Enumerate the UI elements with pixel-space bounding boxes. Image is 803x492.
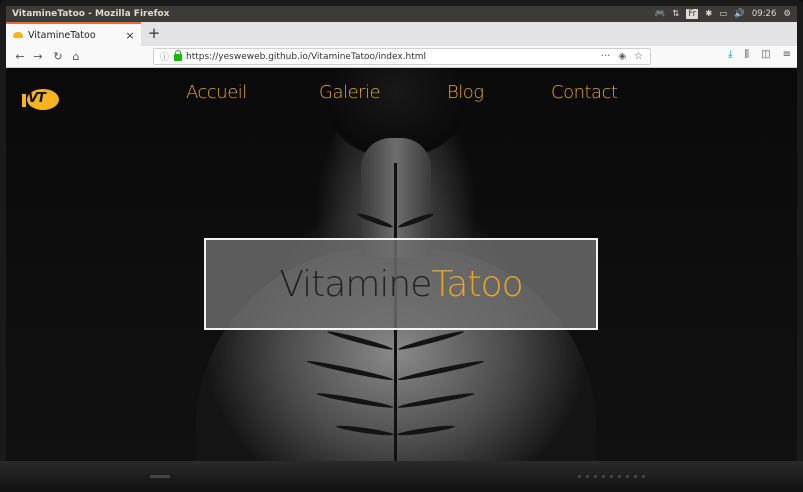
- nav-blog[interactable]: Blog: [447, 82, 484, 103]
- url-text[interactable]: https://yesweweb.github.io/VitamineTatoo…: [186, 52, 601, 62]
- web-page: VT Accueil Galerie Blog Contact Vitamine…: [6, 68, 797, 461]
- new-tab-button[interactable]: +: [144, 22, 164, 46]
- sidebar-icon[interactable]: ◫: [761, 49, 770, 60]
- nav-galerie[interactable]: Galerie: [319, 82, 381, 103]
- hero-title-box: Vitamine Tatoo: [204, 238, 598, 330]
- favicon-icon: [13, 32, 23, 38]
- bookmark-star-icon[interactable]: ☆: [634, 51, 643, 62]
- tab-label: VitamineTatoo: [28, 29, 96, 41]
- bluetooth-icon[interactable]: ✱: [705, 9, 712, 19]
- navigation-toolbar: ← → ↻ ⌂ ⓘ https://yesweweb.github.io/Vit…: [6, 46, 797, 68]
- monitor-stand: [0, 461, 803, 492]
- system-tray: 🎮 ⇅ Fr ✱ ▭ 🔊 09:26 ⚙: [655, 9, 797, 19]
- window-title: VitamineTatoo - Mozilla Firefox: [12, 9, 170, 19]
- page-actions-icon[interactable]: ···: [601, 51, 611, 62]
- hero-title-tatoo: Tatoo: [431, 263, 523, 305]
- close-tab-icon[interactable]: ×: [123, 29, 137, 42]
- keyboard-layout-indicator[interactable]: Fr: [686, 9, 699, 19]
- lock-icon[interactable]: [174, 50, 183, 61]
- settings-gear-icon[interactable]: ⚙: [783, 9, 791, 19]
- menu-icon[interactable]: ≡: [783, 49, 791, 60]
- home-icon[interactable]: ⌂: [68, 49, 84, 65]
- tab-vitaminetatoo[interactable]: VitamineTatoo ×: [6, 22, 141, 46]
- main-nav: Accueil Galerie Blog Contact: [6, 82, 797, 110]
- back-icon[interactable]: ←: [12, 49, 28, 65]
- nav-accueil[interactable]: Accueil: [186, 82, 247, 103]
- hero-title-vitamine: Vitamine: [279, 263, 432, 305]
- battery-icon[interactable]: ▭: [719, 9, 727, 19]
- monitor-controls: [578, 475, 648, 478]
- os-top-bar: VitamineTatoo - Mozilla Firefox 🎮 ⇅ Fr ✱…: [6, 6, 797, 22]
- library-icon[interactable]: ⫼: [745, 49, 750, 60]
- discord-icon[interactable]: 🎮: [655, 9, 666, 19]
- screen: VitamineTatoo - Mozilla Firefox 🎮 ⇅ Fr ✱…: [6, 6, 797, 461]
- reload-icon[interactable]: ↻: [50, 49, 66, 65]
- network-icon[interactable]: ⇅: [672, 9, 679, 19]
- info-icon[interactable]: ⓘ: [160, 50, 169, 63]
- url-bar[interactable]: ⓘ https://yesweweb.github.io/VitamineTat…: [153, 48, 651, 65]
- nav-contact[interactable]: Contact: [551, 82, 618, 103]
- tab-bar: VitamineTatoo × +: [6, 22, 797, 46]
- forward-icon[interactable]: →: [30, 49, 46, 65]
- downloads-icon[interactable]: ⤓: [728, 49, 732, 60]
- pocket-icon[interactable]: ◈: [618, 51, 626, 62]
- clock[interactable]: 09:26: [752, 9, 777, 19]
- monitor-vent: [150, 475, 170, 478]
- volume-icon[interactable]: 🔊: [734, 9, 745, 19]
